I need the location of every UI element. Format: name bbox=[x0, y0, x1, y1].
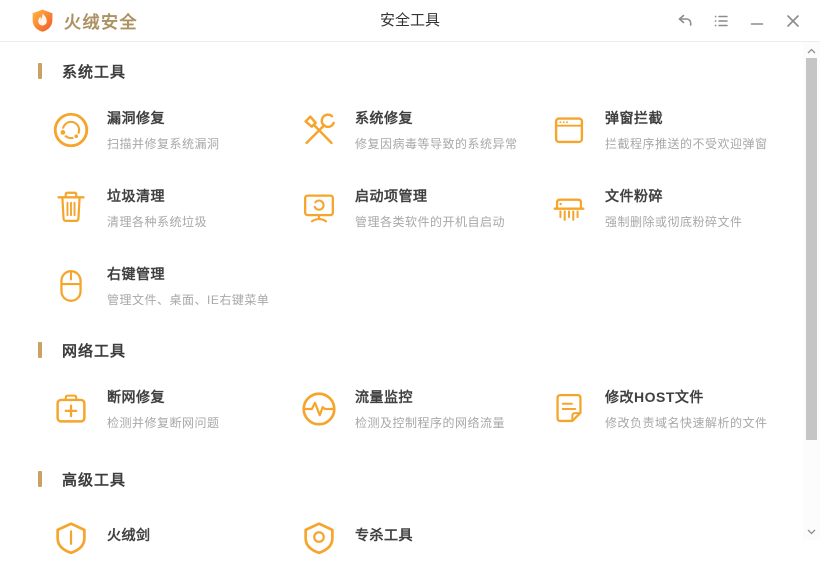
mouse-icon bbox=[50, 265, 92, 307]
section-network-tools: 网络工具 bbox=[38, 341, 779, 360]
monitor-startup-icon bbox=[298, 187, 340, 229]
tool-vulnerability-fix[interactable]: 漏洞修复 扫描并修复系统漏洞 bbox=[50, 105, 298, 155]
section-system-tools: 系统工具 bbox=[38, 62, 779, 81]
tool-traffic-monitor[interactable]: 流量监控 检测及控制程序的网络流量 bbox=[298, 384, 548, 434]
tool-title: 垃圾清理 bbox=[107, 188, 165, 204]
tool-title: 右键管理 bbox=[107, 266, 165, 282]
tool-desc: 清理各种系统垃圾 bbox=[107, 215, 208, 229]
window-controls bbox=[673, 9, 804, 32]
tool-desc: 扫描并修复系统漏洞 bbox=[107, 137, 220, 151]
tool-network-repair[interactable]: 断网修复 检测并修复断网问题 bbox=[50, 384, 298, 434]
tool-huorong-sword[interactable]: 火绒剑 bbox=[50, 513, 298, 563]
network-tools-grid: 断网修复 检测并修复断网问题 流量监控 检测及控制程序的网络流量 修改HOST文… bbox=[38, 384, 779, 434]
tool-title: 流量监控 bbox=[355, 389, 413, 405]
section-marker bbox=[38, 63, 42, 79]
section-title: 网络工具 bbox=[62, 342, 127, 360]
minimize-button[interactable] bbox=[745, 9, 768, 32]
tool-desc: 修复因病毒等导致的系统异常 bbox=[355, 137, 518, 151]
tool-title: 文件粉碎 bbox=[605, 188, 663, 204]
tool-desc: 检测及控制程序的网络流量 bbox=[355, 416, 506, 430]
section-marker bbox=[38, 342, 42, 358]
trash-can-icon bbox=[50, 187, 92, 229]
scroll-down-button[interactable] bbox=[803, 525, 820, 538]
tool-title: 火绒剑 bbox=[107, 526, 151, 543]
scrollbar bbox=[803, 42, 820, 540]
tool-system-repair[interactable]: 系统修复 修复因病毒等导致的系统异常 bbox=[298, 105, 548, 155]
tool-file-shredder[interactable]: 文件粉碎 强制删除或彻底粉碎文件 bbox=[548, 183, 779, 233]
first-aid-kit-icon bbox=[50, 388, 92, 430]
huorong-logo-icon bbox=[30, 8, 55, 33]
tool-title: 系统修复 bbox=[355, 110, 413, 126]
tool-desc: 管理文件、桌面、IE右键菜单 bbox=[107, 293, 270, 307]
back-button[interactable] bbox=[673, 9, 696, 32]
tool-title: 启动项管理 bbox=[355, 188, 428, 204]
brand: 火绒安全 bbox=[30, 8, 138, 33]
section-marker bbox=[38, 471, 42, 487]
menu-button[interactable] bbox=[709, 9, 732, 32]
tool-context-menu-manager[interactable]: 右键管理 管理文件、桌面、IE右键菜单 bbox=[50, 261, 298, 311]
tool-title: 漏洞修复 bbox=[107, 110, 165, 126]
section-advanced-tools: 高级工具 bbox=[38, 470, 779, 489]
tool-title: 弹窗拦截 bbox=[605, 110, 663, 126]
section-title: 高级工具 bbox=[62, 471, 127, 489]
tool-desc: 管理各类软件的开机自启动 bbox=[355, 215, 506, 229]
titlebar: 安全工具 火绒安全 bbox=[0, 0, 820, 42]
tool-popup-blocker[interactable]: 弹窗拦截 拦截程序推送的不受欢迎弹窗 bbox=[548, 105, 779, 155]
tool-title: 断网修复 bbox=[107, 389, 165, 405]
pulse-circle-icon bbox=[298, 388, 340, 430]
tool-desc: 拦截程序推送的不受欢迎弹窗 bbox=[605, 137, 768, 151]
vulnerability-scan-icon bbox=[50, 109, 92, 151]
close-button[interactable] bbox=[781, 9, 804, 32]
tool-desc: 修改负责域名快速解析的文件 bbox=[605, 416, 768, 430]
tools-page: 系统工具 漏洞修复 扫描并修复系统漏洞 系统修复 修复因病毒等导致的系统异常 弹… bbox=[0, 42, 803, 563]
shield-badge-icon bbox=[298, 517, 340, 559]
scroll-up-button[interactable] bbox=[803, 44, 820, 57]
tool-host-file[interactable]: 修改HOST文件 修改负责域名快速解析的文件 bbox=[548, 384, 779, 434]
repair-tools-icon bbox=[298, 109, 340, 151]
document-icon bbox=[548, 388, 590, 430]
tool-junk-cleanup[interactable]: 垃圾清理 清理各种系统垃圾 bbox=[50, 183, 298, 233]
brand-name: 火绒安全 bbox=[64, 13, 138, 32]
system-tools-grid: 漏洞修复 扫描并修复系统漏洞 系统修复 修复因病毒等导致的系统异常 弹窗拦截 拦… bbox=[38, 105, 779, 311]
scrollbar-thumb[interactable] bbox=[806, 58, 817, 440]
popup-window-icon bbox=[548, 109, 590, 151]
shield-icon bbox=[50, 517, 92, 559]
shredder-icon bbox=[548, 187, 590, 229]
section-title: 系统工具 bbox=[62, 63, 127, 81]
tool-desc: 强制删除或彻底粉碎文件 bbox=[605, 215, 743, 229]
tool-title: 修改HOST文件 bbox=[605, 389, 704, 405]
tool-desc: 检测并修复断网问题 bbox=[107, 416, 220, 430]
tool-title: 专杀工具 bbox=[355, 526, 413, 543]
tool-startup-manager[interactable]: 启动项管理 管理各类软件的开机自启动 bbox=[298, 183, 548, 233]
tool-virus-killer[interactable]: 专杀工具 bbox=[298, 513, 548, 563]
advanced-tools-grid: 火绒剑 专杀工具 bbox=[38, 513, 779, 563]
